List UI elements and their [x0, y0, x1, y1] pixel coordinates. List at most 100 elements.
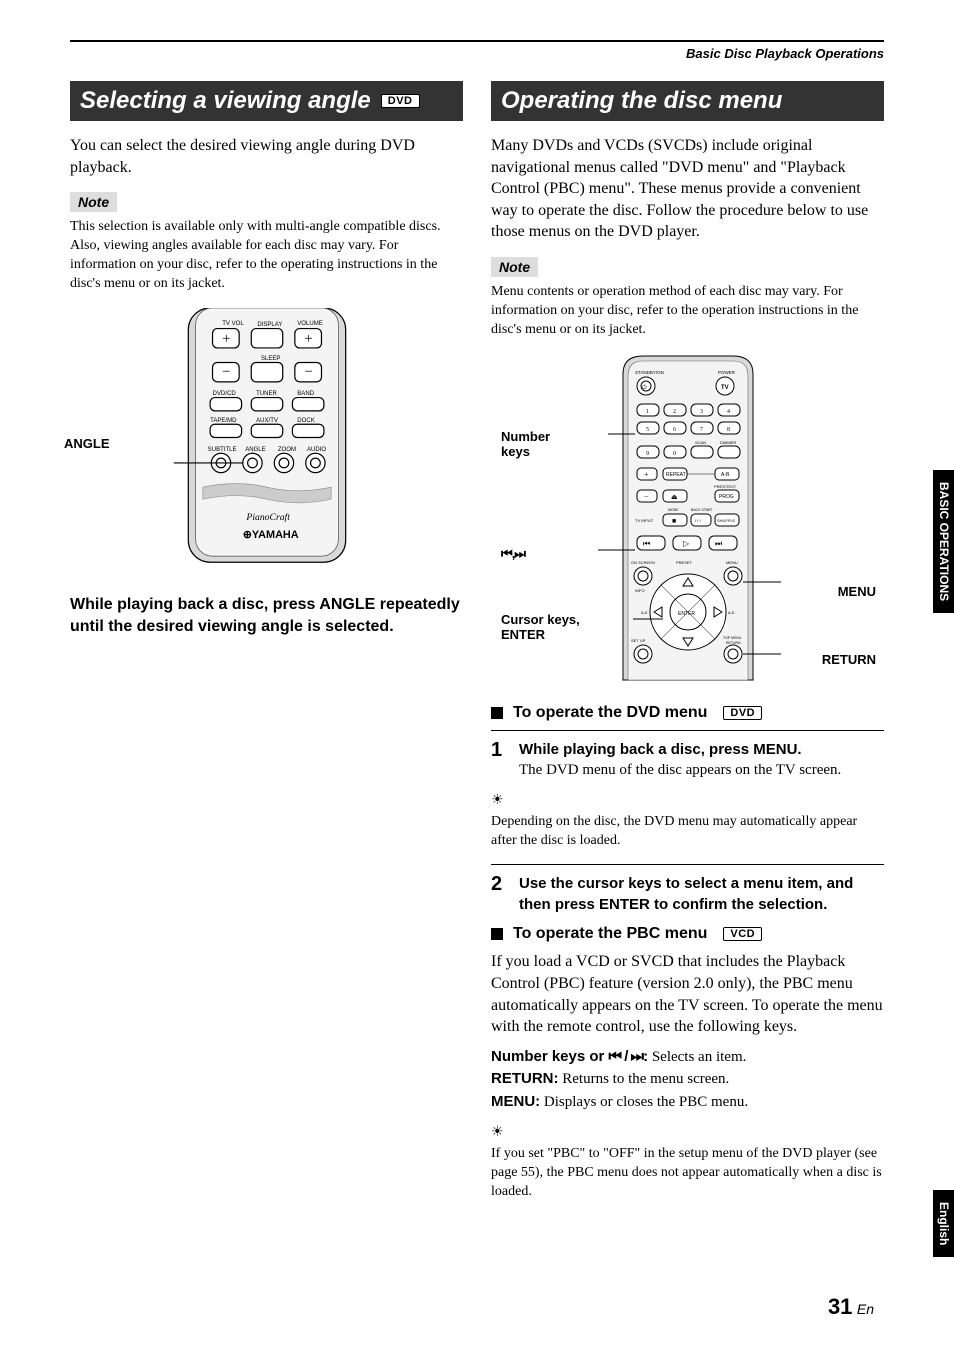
lbl-ab: A-B — [721, 472, 730, 478]
svg-text:9: 9 — [646, 451, 649, 457]
lbl-display: DISPLAY — [257, 322, 282, 328]
lbl-shuffle: SHUFFLE — [717, 518, 736, 523]
lbl-ae-l: A-E — [641, 610, 648, 615]
lbl-preset: PRESET — [676, 560, 693, 565]
intro-left: You can select the desired viewing angle… — [70, 135, 463, 178]
step1-title: While playing back a disc, press MENU. — [519, 739, 884, 760]
svg-text:▷: ▷ — [683, 539, 690, 548]
vcd-badge-inline: VCD — [723, 927, 762, 941]
note-label-left: Note — [70, 192, 117, 212]
lbl-audio: AUDIO — [306, 447, 325, 453]
lbl-backstart: BACK START — [691, 508, 714, 512]
step-1: 1 While playing back a disc, press MENU.… — [491, 730, 884, 781]
svg-text:2: 2 — [673, 409, 676, 415]
lbl-repeat: REPEAT — [666, 472, 686, 478]
lbl-mode: MODE — [668, 508, 679, 512]
hint-icon: ☀ — [491, 792, 504, 809]
dvd-badge: DVD — [381, 94, 420, 108]
lbl-tvvol: TV VOL — [222, 321, 244, 327]
lbl-topmenu: TOP MENURETURN — [723, 636, 742, 645]
svg-text:1: 1 — [646, 409, 649, 415]
lbl-subtitle: SUBTITLE — [207, 447, 236, 453]
lbl-standby: STANDBY/ON — [635, 370, 664, 375]
step-2: 2 Use the cursor keys to select a menu i… — [491, 864, 884, 915]
lbl-prog: PROG — [719, 494, 734, 500]
lbl-setup: SET UP — [631, 638, 646, 643]
callout-numberkeys: Number keys — [501, 429, 561, 459]
lbl-scan: SCAN — [695, 440, 706, 445]
side-tabs: BASIC OPERATIONS English — [912, 0, 954, 1348]
callout-return: RETURN — [822, 652, 876, 667]
lbl-dimmer: DIMMER — [720, 440, 736, 445]
left-column: Selecting a viewing angle DVD You can se… — [70, 81, 463, 1216]
lbl-angle: ANGLE — [245, 447, 266, 453]
section-title-right: Operating the disc menu — [491, 81, 884, 121]
svg-text:⏭: ⏭ — [715, 539, 722, 548]
svg-text:4: 4 — [727, 409, 730, 415]
lbl-tapemd: TAPE/MD — [210, 418, 237, 424]
bullet-icon — [491, 928, 503, 940]
svg-text:−: − — [644, 492, 649, 501]
pbc-menu-heading: To operate the PBC menu VCD — [491, 925, 884, 943]
title-text: Selecting a viewing angle — [80, 87, 371, 115]
note-label-right: Note — [491, 257, 538, 277]
svg-text:−: − — [222, 364, 230, 380]
step-number: 1 — [491, 739, 507, 781]
svg-text:8: 8 — [727, 427, 730, 433]
callout-angle: ANGLE — [64, 436, 110, 451]
brand-pianocraft: PianoCraft — [245, 512, 290, 523]
lbl-sleep: SLEEP — [260, 356, 280, 362]
key-return: RETURN: Returns to the menu screen. — [491, 1068, 884, 1091]
angle-instruction: While playing back a disc, press ANGLE r… — [70, 594, 463, 637]
intro-right: Many DVDs and VCDs (SVCDs) include origi… — [491, 135, 884, 243]
key-numberkeys: Number keys or ⏮ / ⏭: Selects an item. — [491, 1046, 884, 1069]
lbl-band: BAND — [297, 391, 314, 397]
svg-text:⏏: ⏏ — [671, 493, 678, 501]
callout-skip: ⏮,⏭ — [501, 546, 525, 562]
tab-basic-ops: BASIC OPERATIONS — [933, 470, 954, 613]
remote-illustration-right: Number keys ⏮,⏭ Cursor keys, ENTER MENU … — [491, 354, 884, 684]
callout-menu: MENU — [838, 584, 876, 599]
brand-yamaha: ⊕YAMAHA — [242, 529, 298, 541]
lbl-dvdcd: DVD/CD — [212, 391, 236, 397]
remote-illustration-left: ANGLE TV VOL VOLUME + + DISPLAY − − SLEE… — [70, 308, 463, 574]
step2-title: Use the cursor keys to select a menu ite… — [519, 873, 884, 915]
hint1: Depending on the disc, the DVD menu may … — [491, 813, 884, 851]
lbl-auxtv: AUX/TV — [256, 418, 278, 424]
lbl-prestext: PRES/TEXT — [714, 484, 737, 489]
title-text-right: Operating the disc menu — [501, 87, 782, 115]
bullet-icon — [491, 707, 503, 719]
lbl-enter: ENTER — [678, 611, 695, 617]
section-title-left: Selecting a viewing angle DVD — [70, 81, 463, 121]
right-column: Operating the disc menu Many DVDs and VC… — [491, 81, 884, 1216]
lbl-menu: MENU — [726, 560, 738, 565]
lbl-power: POWER — [718, 370, 736, 375]
svg-text:6: 6 — [673, 427, 676, 433]
svg-text:⏻: ⏻ — [642, 384, 647, 391]
lbl-tuner: TUNER — [256, 391, 277, 397]
hint-icon: ☀ — [491, 1124, 504, 1141]
page-number: 31 En — [828, 1294, 874, 1320]
step-number: 2 — [491, 873, 507, 915]
note-text-right: Menu contents or operation method of eac… — [491, 283, 884, 340]
step1-sub: The DVD menu of the disc appears on the … — [519, 760, 884, 781]
lbl-ae-r: A-E — [728, 610, 735, 615]
hint2: If you set "PBC" to "OFF" in the setup m… — [491, 1145, 884, 1202]
svg-text:+: + — [222, 331, 230, 347]
svg-text:−: − — [304, 364, 312, 380]
lbl-onscreen: ON SCREEN — [631, 560, 655, 565]
lbl-dock: DOCK — [297, 418, 314, 424]
svg-text:+: + — [644, 470, 649, 479]
svg-text:+: + — [304, 331, 312, 347]
lbl-zoom: ZOOM — [277, 447, 295, 453]
lbl-volume: VOLUME — [297, 321, 323, 327]
callout-cursor: Cursor keys, ENTER — [501, 612, 591, 642]
note-text-left: This selection is available only with mu… — [70, 218, 463, 294]
dvd-badge-inline: DVD — [723, 706, 762, 720]
svg-text:⏮: ⏮ — [643, 539, 650, 548]
dvd-menu-heading: To operate the DVD menu DVD — [491, 704, 884, 722]
tab-english: English — [933, 1190, 954, 1257]
svg-text:5: 5 — [646, 427, 649, 433]
pbc-intro: If you load a VCD or SVCD that includes … — [491, 951, 884, 1037]
lbl-tv: TV — [721, 385, 729, 391]
